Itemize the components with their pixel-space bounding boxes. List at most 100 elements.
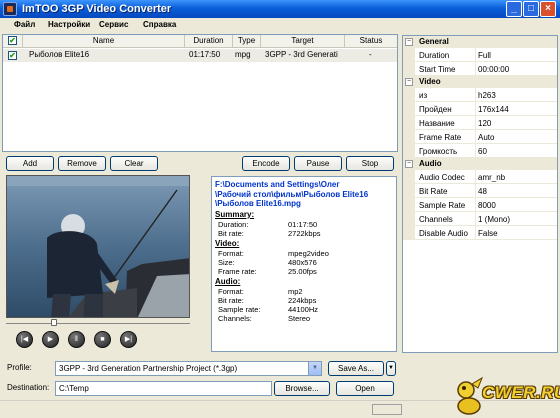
app-icon: [3, 2, 17, 16]
info-value: 480x576: [288, 258, 317, 267]
section-general[interactable]: − General: [403, 36, 557, 48]
main-area: ✔ Name Duration Type Target Status ✔ Рыб…: [2, 34, 398, 416]
prop-row[interactable]: из h263: [403, 88, 557, 102]
seek-bar[interactable]: [6, 319, 190, 326]
section-title: Video: [419, 77, 441, 86]
info-key: Sample rate:: [218, 305, 261, 314]
prop-value: 8000: [478, 201, 496, 210]
remove-button[interactable]: Remove: [58, 156, 106, 171]
info-key: Bit rate:: [218, 229, 244, 238]
stop-button[interactable]: Stop: [346, 156, 394, 171]
header-duration[interactable]: Duration: [185, 35, 233, 48]
chevron-down-icon[interactable]: ▼: [308, 362, 321, 375]
open-button[interactable]: Open: [336, 381, 394, 396]
prop-key: Channels: [419, 215, 453, 224]
save-as-button[interactable]: Save As...: [328, 361, 384, 376]
destination-row: Destination: C:\Temp Browse... Open: [2, 381, 398, 397]
prop-row[interactable]: Название 120: [403, 116, 557, 130]
prop-key: Громкость: [419, 147, 458, 156]
menu-file[interactable]: Файл: [14, 20, 35, 29]
row-status: -: [369, 50, 372, 59]
window-title: ImTOO 3GP Video Converter: [22, 3, 172, 15]
profile-select[interactable]: 3GPP - 3rd Generation Partnership Projec…: [55, 361, 322, 376]
header-type[interactable]: Type: [233, 35, 261, 48]
browse-button[interactable]: Browse...: [274, 381, 330, 396]
player-controls: |◀ ▶ ‖ ■ ▶|: [6, 329, 196, 351]
prop-row[interactable]: Громкость 60: [403, 144, 557, 158]
info-value: 44100Hz: [288, 305, 319, 314]
file-info-panel: F:\Documents and Settings\Олег \Рабочий …: [211, 176, 397, 352]
select-all-checkbox[interactable]: ✔: [8, 36, 17, 45]
pause-icon[interactable]: ‖: [68, 331, 85, 348]
prop-row[interactable]: Bit Rate 48: [403, 184, 557, 198]
menu-settings[interactable]: Настройки: [48, 20, 90, 29]
clear-button[interactable]: Clear: [110, 156, 158, 171]
menu-help[interactable]: Справка: [143, 20, 176, 29]
forward-end-icon[interactable]: ▶|: [120, 331, 137, 348]
pause-button[interactable]: Pause: [294, 156, 342, 171]
prop-value: Auto: [478, 133, 495, 142]
prop-value: Full: [478, 51, 491, 60]
info-value: mpeg2video: [288, 249, 329, 258]
info-key: Format:: [218, 287, 244, 296]
section-audio[interactable]: − Audio: [403, 158, 557, 170]
table-row[interactable]: ✔ Рыболов Elite16 01:17:50 mpg 3GPP - 3r…: [3, 49, 397, 62]
mascot-icon: [457, 376, 484, 415]
section-video[interactable]: − Video: [403, 76, 557, 88]
header-status[interactable]: Status: [345, 35, 397, 48]
info-key: Bit rate:: [218, 296, 244, 305]
prop-row[interactable]: Audio Codec amr_nb: [403, 170, 557, 184]
file-path-line: F:\Documents and Settings\Олег: [215, 180, 340, 189]
prop-row[interactable]: Duration Full: [403, 48, 557, 62]
prop-row[interactable]: Start Time 00:00:00: [403, 62, 557, 76]
prop-value: 60: [478, 147, 487, 156]
add-button[interactable]: Add: [6, 156, 54, 171]
encode-button[interactable]: Encode: [242, 156, 290, 171]
info-value: Stereo: [288, 314, 311, 323]
collapse-icon[interactable]: −: [405, 78, 413, 86]
prop-row[interactable]: Frame Rate Auto: [403, 130, 557, 144]
file-path-line: \Рабочий стол\фильм\Рыболов Elite16: [215, 189, 369, 199]
prop-row[interactable]: Sample Rate 8000: [403, 198, 557, 212]
header-select-all[interactable]: ✔: [3, 35, 23, 48]
play-icon[interactable]: ▶: [42, 331, 59, 348]
properties-panel: − General Duration Full Start Time 00:00:0…: [402, 35, 558, 353]
stop-icon[interactable]: ■: [94, 331, 111, 348]
profile-row: Profile: 3GPP - 3rd Generation Partnersh…: [2, 361, 398, 377]
menu-service[interactable]: Сервис: [99, 20, 128, 29]
close-button[interactable]: ×: [540, 1, 556, 17]
rewind-start-icon[interactable]: |◀: [16, 331, 33, 348]
menu-bar: Файл Настройки Сервис Справка: [0, 18, 560, 33]
row-duration: 01:17:50: [189, 50, 221, 59]
video-preview: [6, 175, 190, 318]
audio-heading: Audio:: [215, 277, 241, 286]
prop-row[interactable]: Disable Audio False: [403, 226, 557, 240]
prop-key: Bit Rate: [419, 187, 448, 196]
save-as-dropdown[interactable]: ▼: [386, 361, 396, 376]
destination-label: Destination:: [7, 383, 50, 392]
header-name[interactable]: Name: [23, 35, 185, 48]
prop-value: amr_nb: [478, 173, 506, 182]
collapse-icon[interactable]: −: [405, 160, 413, 168]
prop-value: False: [478, 229, 498, 238]
collapse-icon[interactable]: −: [405, 38, 413, 46]
file-list[interactable]: ✔ Name Duration Type Target Status ✔ Рыб…: [2, 34, 398, 152]
info-value: 25.00fps: [288, 267, 317, 276]
title-bar[interactable]: ImTOO 3GP Video Converter _ □ ×: [0, 0, 560, 18]
destination-input[interactable]: C:\Temp: [55, 381, 272, 396]
maximize-button[interactable]: □: [523, 1, 539, 17]
header-target[interactable]: Target: [261, 35, 345, 48]
prop-key: из: [419, 91, 428, 100]
prop-key: Sample Rate: [419, 201, 466, 210]
watermark-text: CWER.RU: [482, 383, 560, 402]
minimize-button[interactable]: _: [506, 1, 522, 17]
row-checkbox[interactable]: ✔: [8, 51, 17, 60]
seek-thumb[interactable]: [51, 319, 57, 326]
info-key: Format:: [218, 249, 244, 258]
status-pane: [372, 404, 402, 415]
prop-row[interactable]: Channels 1 (Mono): [403, 212, 557, 226]
video-heading: Video:: [215, 239, 240, 248]
prop-row[interactable]: Пройден 176x144: [403, 102, 557, 116]
row-type: mpg: [235, 50, 251, 59]
watermark-logo: CWER.RU: [452, 376, 560, 416]
